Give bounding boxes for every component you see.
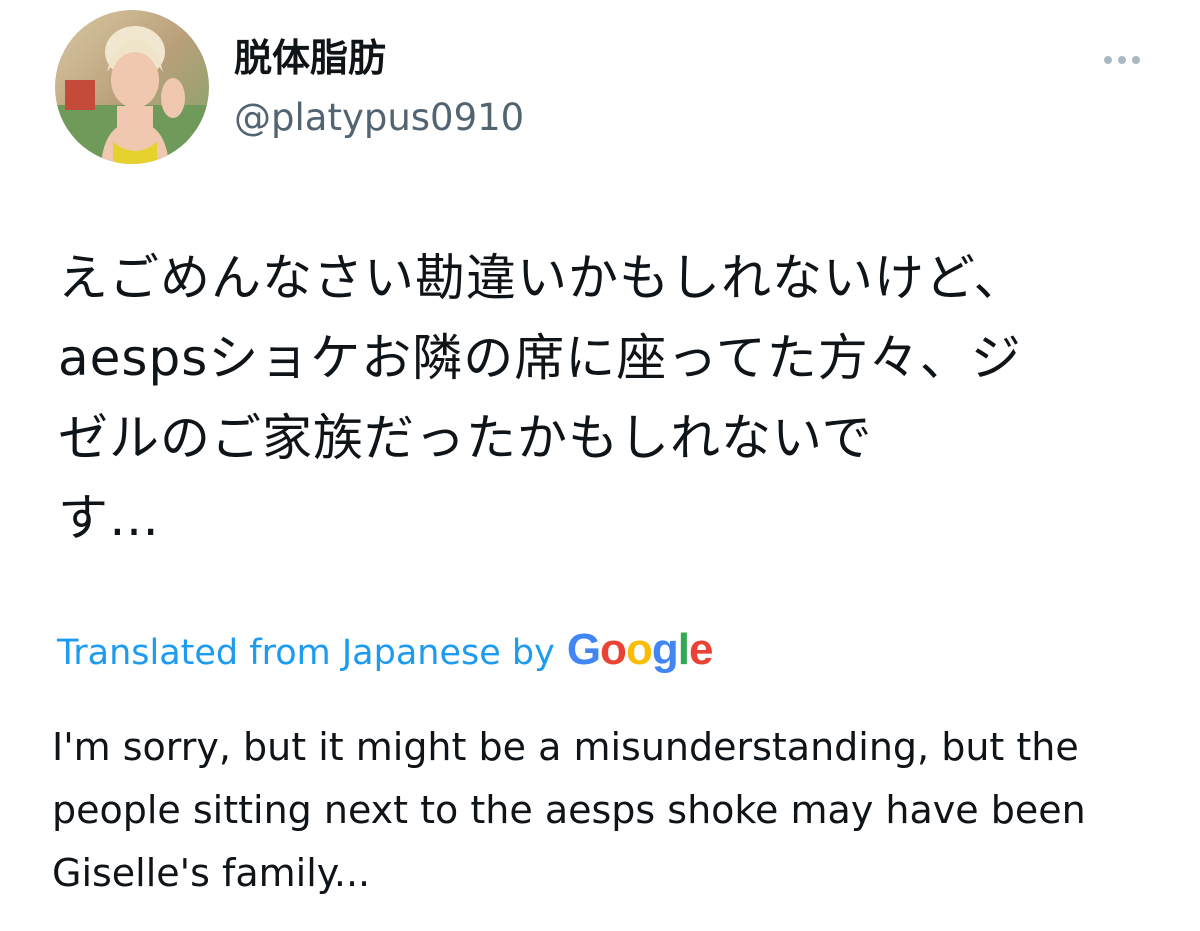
translation-attribution[interactable]: Translated from Japanese by Google: [57, 625, 714, 677]
more-dot: [1104, 56, 1112, 64]
avatar[interactable]: [55, 10, 209, 164]
translated-from-label[interactable]: Translated from Japanese by: [57, 629, 555, 677]
avatar-image: [55, 10, 209, 164]
more-dot: [1132, 56, 1140, 64]
more-dot: [1118, 56, 1126, 64]
tweet-text-translated: I'm sorry, but it might be a misundersta…: [52, 725, 1086, 895]
google-logo: Google: [566, 625, 714, 674]
tweet-text-original: えごめんなさい勘違いかもしれないけど、 aespsショケお隣の席に座ってた方々、…: [58, 249, 1025, 547]
tweet-card: 脱体脂肪 @platypus0910 えごめんなさい勘違いかもしれないけど、 a…: [0, 0, 1200, 931]
username-handle[interactable]: @platypus0910: [234, 92, 524, 144]
more-options-icon[interactable]: [1098, 48, 1146, 72]
author-block: 脱体脂肪 @platypus0910: [234, 32, 524, 144]
display-name[interactable]: 脱体脂肪: [234, 32, 524, 84]
